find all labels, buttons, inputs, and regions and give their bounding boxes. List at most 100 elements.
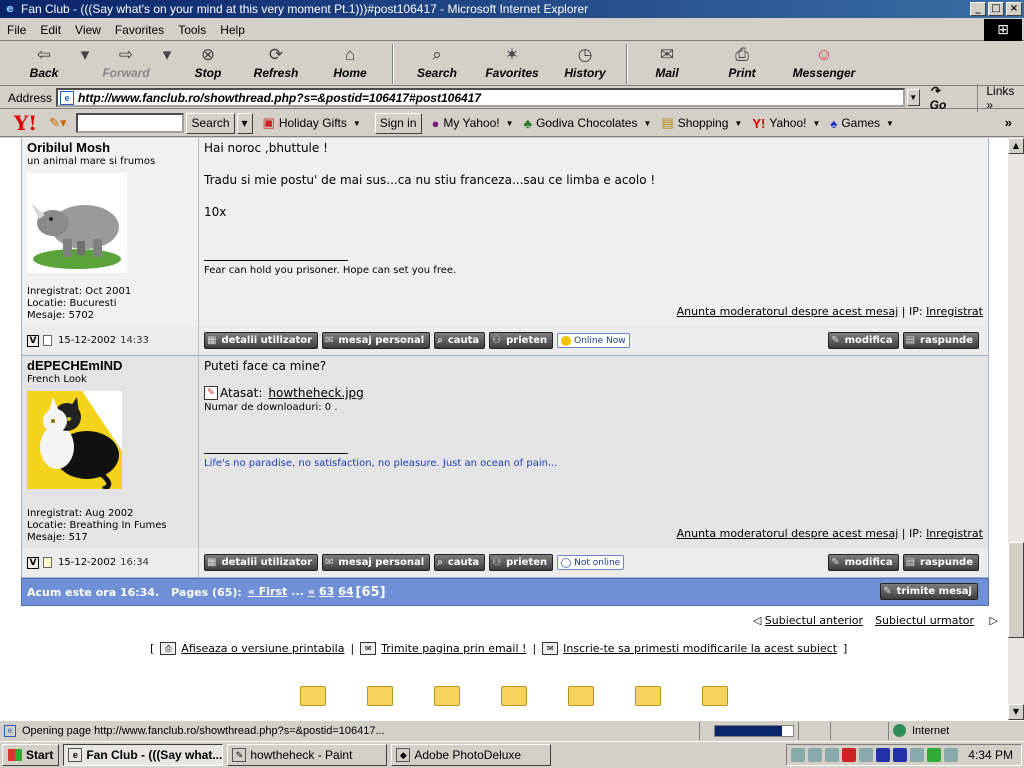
reply-button[interactable]: ▤ raspunde (902, 332, 979, 349)
yahoo-search-input[interactable] (76, 113, 185, 133)
tray-icon[interactable] (808, 748, 823, 762)
toolbar-separator (626, 44, 628, 84)
tray-icon[interactable] (927, 748, 942, 762)
games-button[interactable]: ♠ Games ▼ (830, 116, 894, 131)
yahoo-search-dropdown[interactable]: ▾ (236, 112, 253, 134)
ip-label: | IP: (901, 527, 923, 540)
prev-thread-link[interactable]: ◁ Subiectul anterior (741, 614, 863, 627)
address-dropdown[interactable]: ▼ (906, 89, 920, 106)
my-yahoo-icon: ● (431, 115, 440, 131)
folder-icon[interactable] (635, 686, 661, 706)
yahoo-button[interactable]: Y! Yahoo! ▼ (752, 116, 820, 131)
scroll-down-arrow[interactable]: ▼ (1008, 704, 1024, 720)
folder-icon[interactable] (501, 686, 527, 706)
folder-icon[interactable] (367, 686, 393, 706)
printable-version-link[interactable]: Afiseaza o versiune printabila (181, 642, 344, 655)
add-friend-button[interactable]: ⚇ prieten (489, 554, 554, 571)
message-line: Tradu si mie postu' de mai sus...ca nu s… (204, 173, 656, 187)
chevron-right-icon[interactable]: » (1005, 115, 1012, 130)
folder-icon[interactable] (702, 686, 728, 706)
private-message-button[interactable]: ✉ mesaj personal (322, 554, 431, 571)
holiday-gifts-button[interactable]: ▣ Holiday Gifts ▼ (263, 115, 361, 131)
taskbar-photodeluxe-window[interactable]: ◆ Adobe PhotoDeluxe (391, 744, 552, 766)
tray-icon[interactable] (842, 748, 857, 762)
pencil-icon[interactable]: ✎▾ (49, 115, 66, 131)
links-button[interactable]: Links » (977, 83, 1024, 112)
folder-icon[interactable] (434, 686, 460, 706)
search-posts-button[interactable]: ⌕ cauta (434, 332, 486, 349)
scroll-up-arrow[interactable]: ▲ (1008, 138, 1024, 154)
ip-link[interactable]: Inregistrat (926, 527, 983, 540)
username[interactable]: dEPECHEmIND (27, 358, 193, 373)
messenger-label: Messenger (792, 66, 856, 80)
favorites-button[interactable]: ✶ Favorites (474, 42, 550, 86)
print-button[interactable]: ⎙ Print (700, 42, 784, 86)
search-button[interactable]: ⌕ Search (400, 42, 474, 86)
maximize-button[interactable]: □ (988, 2, 1004, 16)
yahoo-logo[interactable]: Y! (14, 111, 37, 135)
tray-icon[interactable] (876, 748, 891, 762)
menu-view[interactable]: View (68, 23, 108, 37)
vertical-scrollbar[interactable]: ▲ ▼ (1008, 138, 1024, 720)
prev-page-link[interactable]: « (308, 585, 315, 600)
refresh-button[interactable]: ⟳ Refresh (238, 42, 314, 86)
menu-help[interactable]: Help (213, 23, 252, 37)
go-button[interactable]: ↷ Go (930, 84, 960, 112)
home-button[interactable]: ⌂ Home (314, 42, 386, 86)
edit-post-button[interactable]: ✎ modifica (828, 554, 899, 571)
scroll-thumb[interactable] (1008, 542, 1024, 638)
private-message-button[interactable]: ✉ mesaj personal (322, 332, 431, 349)
speaker-icon[interactable] (859, 748, 874, 762)
forward-dropdown[interactable]: ▾ (156, 42, 178, 86)
forward-button[interactable]: ⇨ Forward (96, 42, 156, 86)
godiva-button[interactable]: ♣ Godiva Chocolates ▼ (524, 116, 652, 131)
mail-button[interactable]: ✉ Mail (634, 42, 700, 86)
minimize-button[interactable]: _ (970, 2, 986, 16)
add-friend-button[interactable]: ⚇ prieten (489, 332, 554, 349)
back-dropdown[interactable]: ▾ (74, 42, 96, 86)
start-button[interactable]: Start (2, 744, 60, 766)
search-posts-button[interactable]: ⌕ cauta (434, 554, 486, 571)
tray-icon[interactable] (825, 748, 840, 762)
shopping-button[interactable]: ▤ Shopping ▼ (661, 115, 742, 131)
clock[interactable]: 4:34 PM (968, 748, 1013, 762)
tray-icon[interactable] (944, 748, 959, 762)
my-yahoo-button[interactable]: ● My Yahoo! ▼ (432, 116, 514, 131)
address-input[interactable]: e http://www.fanclub.ro/showthread.php?s… (56, 88, 905, 107)
report-moderator-link[interactable]: Anunta moderatorul despre acest mesaj (677, 305, 899, 318)
subscribe-link[interactable]: Inscrie-te sa primesti modificarile la a… (563, 642, 837, 655)
taskbar-paint-window[interactable]: ✎ howtheheck - Paint (227, 744, 388, 766)
reply-button[interactable]: ▤ raspunde (902, 554, 979, 571)
folder-icon[interactable] (300, 686, 326, 706)
sign-in-button[interactable]: Sign in (374, 112, 422, 134)
taskbar-ie-window[interactable]: e Fan Club - (((Say what... (63, 744, 224, 766)
menu-file[interactable]: File (0, 23, 33, 37)
history-button[interactable]: ◷ History (550, 42, 620, 86)
tray-icon[interactable] (791, 748, 806, 762)
close-button[interactable]: × (1006, 2, 1022, 16)
messenger-button[interactable]: ☺ Messenger (784, 42, 864, 86)
username[interactable]: Oribilul Mosh (27, 140, 193, 155)
back-button[interactable]: ⇦ Back (14, 42, 74, 86)
menu-tools[interactable]: Tools (171, 23, 213, 37)
edit-post-button[interactable]: ✎ modifica (828, 332, 899, 349)
first-page-link[interactable]: « First (248, 585, 287, 600)
page-64-link[interactable]: 64 (338, 585, 353, 600)
folder-icon[interactable] (568, 686, 594, 706)
menu-edit[interactable]: Edit (33, 23, 68, 37)
menu-favorites[interactable]: Favorites (108, 23, 171, 37)
ip-link[interactable]: Inregistrat (926, 305, 983, 318)
yahoo-search-button[interactable]: Search (186, 112, 235, 134)
tray-icon[interactable] (893, 748, 908, 762)
report-moderator-link[interactable]: Anunta moderatorul despre acest mesaj (677, 527, 899, 540)
add-friend-label: prieten (506, 557, 548, 568)
email-page-link[interactable]: Trimite pagina prin email ! (381, 642, 526, 655)
page-63-link[interactable]: 63 (319, 585, 334, 600)
calendar-icon[interactable] (910, 748, 925, 762)
user-details-button[interactable]: ▦ detalii utilizator (204, 554, 319, 571)
stop-button[interactable]: ⊗ Stop (178, 42, 238, 86)
next-thread-link[interactable]: Subiectul urmator ▷ (875, 614, 998, 627)
attachment-link[interactable]: howtheheck.jpg (268, 386, 363, 400)
user-details-button[interactable]: ▦ detalii utilizator (204, 332, 319, 349)
new-reply-button[interactable]: ✎ trimite mesaj (880, 583, 978, 600)
